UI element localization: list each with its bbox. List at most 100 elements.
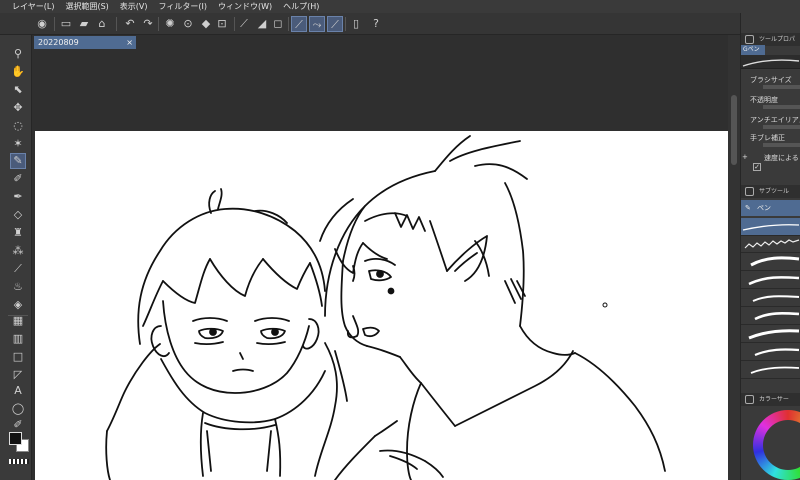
sub-tool-header[interactable]: サブツール <box>741 185 800 198</box>
opacity-label: 不透明度 <box>750 96 778 104</box>
magic-wand-icon[interactable]: ✶ <box>10 136 26 152</box>
stabilizer-slider[interactable] <box>763 143 800 147</box>
pen-snap-icon[interactable]: ⟋ <box>291 16 307 32</box>
tool-property-icon <box>745 35 754 44</box>
color-circle-header[interactable]: カラーサー <box>741 393 800 406</box>
stabilizer-label: 手ブレ補正 <box>750 134 785 142</box>
pencil-icon[interactable]: ✐ <box>10 171 26 187</box>
brush-preset-list <box>741 235 800 383</box>
vertical-scrollbar[interactable] <box>728 35 740 480</box>
antialias-label: アンチエイリアス <box>750 116 800 124</box>
loading-icon[interactable]: ✺ <box>162 16 178 32</box>
brush-size-label: ブラシサイズ <box>750 76 792 84</box>
right-panel-dock: ツールプロパ Gペン ブラシサイズ 不透明度 アンチエイリアス 手ブレ補正 + … <box>740 13 800 480</box>
menu-layer[interactable]: レイヤー(L) <box>0 0 59 13</box>
menu-filter[interactable]: フィルター(I) <box>153 0 212 13</box>
hand-icon[interactable]: ✋ <box>10 64 26 80</box>
brush-preset-preview-4 <box>748 276 800 286</box>
ruler-icon[interactable]: ◸ <box>10 367 26 383</box>
brush-preset-preview-7 <box>748 329 800 340</box>
brush-preset-preview-5 <box>752 295 800 302</box>
operation-icon[interactable]: ⬉ <box>10 82 26 98</box>
brush-size-slider[interactable] <box>763 85 800 89</box>
separator <box>345 17 346 31</box>
opacity-slider[interactable] <box>763 105 800 109</box>
pen-icon[interactable]: ✎ <box>10 153 26 169</box>
sketch-drawing <box>105 135 666 480</box>
lasso-icon[interactable]: ◌ <box>10 118 26 134</box>
clear-icon[interactable]: ⊙ <box>180 16 196 32</box>
balloon-icon[interactable]: ◯ <box>10 401 26 417</box>
correct-line-icon[interactable]: ✐ <box>10 417 26 433</box>
brush-preset-selected[interactable] <box>741 218 800 236</box>
canvas-area[interactable] <box>32 49 728 480</box>
text-icon[interactable]: A <box>10 383 26 399</box>
brush-preset-preview-9 <box>750 366 800 374</box>
menu-view[interactable]: 表示(V) <box>114 0 153 13</box>
device-icon[interactable]: ▯ <box>348 16 364 32</box>
document-tab-bar: 20220809 × <box>32 35 740 49</box>
crop-icon[interactable]: ◻ <box>270 16 286 32</box>
blend-icon[interactable]: ♨ <box>10 279 26 295</box>
brush-preset-item[interactable] <box>741 289 800 307</box>
invert-icon[interactable]: ◢ <box>254 16 270 32</box>
sub-tool-pen[interactable]: ✎ ペン <box>741 200 800 216</box>
foreground-color-swatch[interactable] <box>9 432 22 445</box>
eyedropper-icon[interactable]: ⟋ <box>10 261 26 277</box>
brush-icon[interactable]: ✒ <box>10 189 26 205</box>
open-folder-icon[interactable]: ▰ <box>76 16 92 32</box>
app-window: レイヤー(L) 選択範囲(S) 表示(V) フィルター(I) ウィンドウ(W) … <box>0 0 800 480</box>
airbrush-icon[interactable]: ♜ <box>10 225 26 241</box>
drawing-canvas[interactable] <box>35 131 728 480</box>
brush-preset-item[interactable] <box>741 253 800 271</box>
close-icon[interactable]: × <box>126 36 133 49</box>
fill-bucket-icon[interactable]: ◈ <box>10 297 26 313</box>
transparent-color-swatch[interactable] <box>9 459 29 464</box>
ruler-snap-icon[interactable]: ⟋ <box>327 16 343 32</box>
menu-window[interactable]: ウィンドウ(W) <box>212 0 277 13</box>
brush-preset-preview-6 <box>754 311 800 321</box>
redo-icon[interactable]: ↷ <box>140 16 156 32</box>
help-icon[interactable]: ? <box>368 16 384 32</box>
fill-icon[interactable]: ◆ <box>198 16 214 32</box>
brush-preset-item[interactable] <box>741 307 800 325</box>
menu-selection[interactable]: 選択範囲(S) <box>59 0 113 13</box>
pen-icon: ✎ <box>745 204 751 212</box>
transform-icon[interactable]: ⊡ <box>214 16 230 32</box>
separator <box>116 17 117 31</box>
document-tab-title: 20220809 <box>38 38 79 47</box>
curve-snap-icon[interactable]: ⤳ <box>309 16 325 32</box>
eraser-icon[interactable]: ◇ <box>10 207 26 223</box>
brush-preview-stroke <box>742 59 800 67</box>
figure-icon[interactable]: □ <box>10 349 26 365</box>
color-circle-title: カラーサー <box>759 396 789 403</box>
tool-property-tab[interactable]: Gペン <box>741 45 765 55</box>
antialias-slider[interactable] <box>763 125 800 129</box>
menu-help[interactable]: ヘルプ(H) <box>277 0 324 13</box>
separator <box>234 17 235 31</box>
new-file-icon[interactable]: ▭ <box>58 16 74 32</box>
gradient-icon[interactable]: ▦ <box>10 313 26 329</box>
tool-bar: ⚲ ✋ ⬉ ✥ ◌ ✶ ✎ ✐ ✒ ◇ ♜ ⁂ ⟋ ♨ ◈ ▦ ▥ □ ◸ A … <box>0 35 32 480</box>
speed-checkbox[interactable]: ✓ <box>753 163 761 171</box>
separator <box>288 17 289 31</box>
brush-preset-item[interactable] <box>741 235 800 253</box>
scrollbar-thumb[interactable] <box>731 95 737 165</box>
brush-preset-item[interactable] <box>741 271 800 289</box>
frame-icon[interactable]: ▥ <box>10 331 26 347</box>
move-icon[interactable]: ✥ <box>10 100 26 116</box>
undo-icon[interactable]: ↶ <box>122 16 138 32</box>
sub-tool-icon <box>745 187 754 196</box>
deselect-icon[interactable]: ⟋ <box>236 16 252 32</box>
brush-preset-preview-2 <box>744 239 800 249</box>
save-icon[interactable]: ⌂ <box>94 16 110 32</box>
eye-icon[interactable]: ◉ <box>34 16 50 32</box>
brush-preset-item[interactable] <box>741 343 800 361</box>
zoom-icon[interactable]: ⚲ <box>10 46 26 62</box>
expand-icon[interactable]: + <box>742 153 748 161</box>
menu-bar: レイヤー(L) 選択範囲(S) 表示(V) フィルター(I) ウィンドウ(W) … <box>0 0 800 13</box>
brush-preset-item[interactable] <box>741 325 800 343</box>
brush-preset-item[interactable] <box>741 361 800 379</box>
document-tab[interactable]: 20220809 × <box>34 36 136 49</box>
decoration-icon[interactable]: ⁂ <box>10 243 26 259</box>
